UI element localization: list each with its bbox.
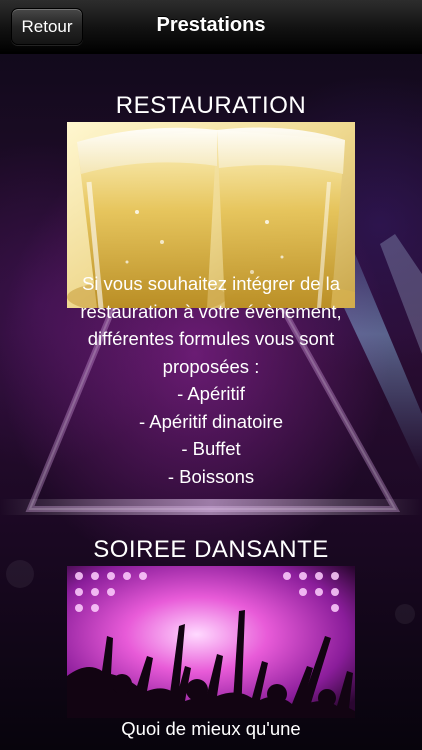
- restauration-description: Si vous souhaitez intégrer de la restaur…: [30, 270, 392, 490]
- text-line: restauration à votre évènement,: [80, 300, 342, 322]
- page-title: Prestations: [156, 14, 266, 36]
- text-line: proposées :: [162, 355, 260, 377]
- text-line: Quoi de mieux qu'une: [121, 718, 301, 739]
- scroll-content[interactable]: RESTAURATION Si vous souhaitez intégrer …: [0, 54, 422, 750]
- text-line: Si vous souhaitez intégrer de la: [81, 273, 341, 294]
- section-title-restauration: RESTAURATION: [115, 92, 307, 119]
- list-item: - Apéritif: [177, 383, 245, 404]
- list-item: - Apéritif dinatoire: [139, 410, 283, 432]
- section-title-soiree-dansante: SOIREE DANSANTE: [93, 536, 329, 563]
- text-line: différentes formules vous sont: [87, 328, 335, 349]
- dancing-crowd-photo: [67, 566, 355, 718]
- list-item: - Boissons: [167, 465, 255, 487]
- navigation-bar: Retour Prestations: [0, 0, 422, 54]
- list-item: - Buffet: [181, 438, 241, 459]
- soiree-description: Quoi de mieux qu'une: [30, 715, 392, 743]
